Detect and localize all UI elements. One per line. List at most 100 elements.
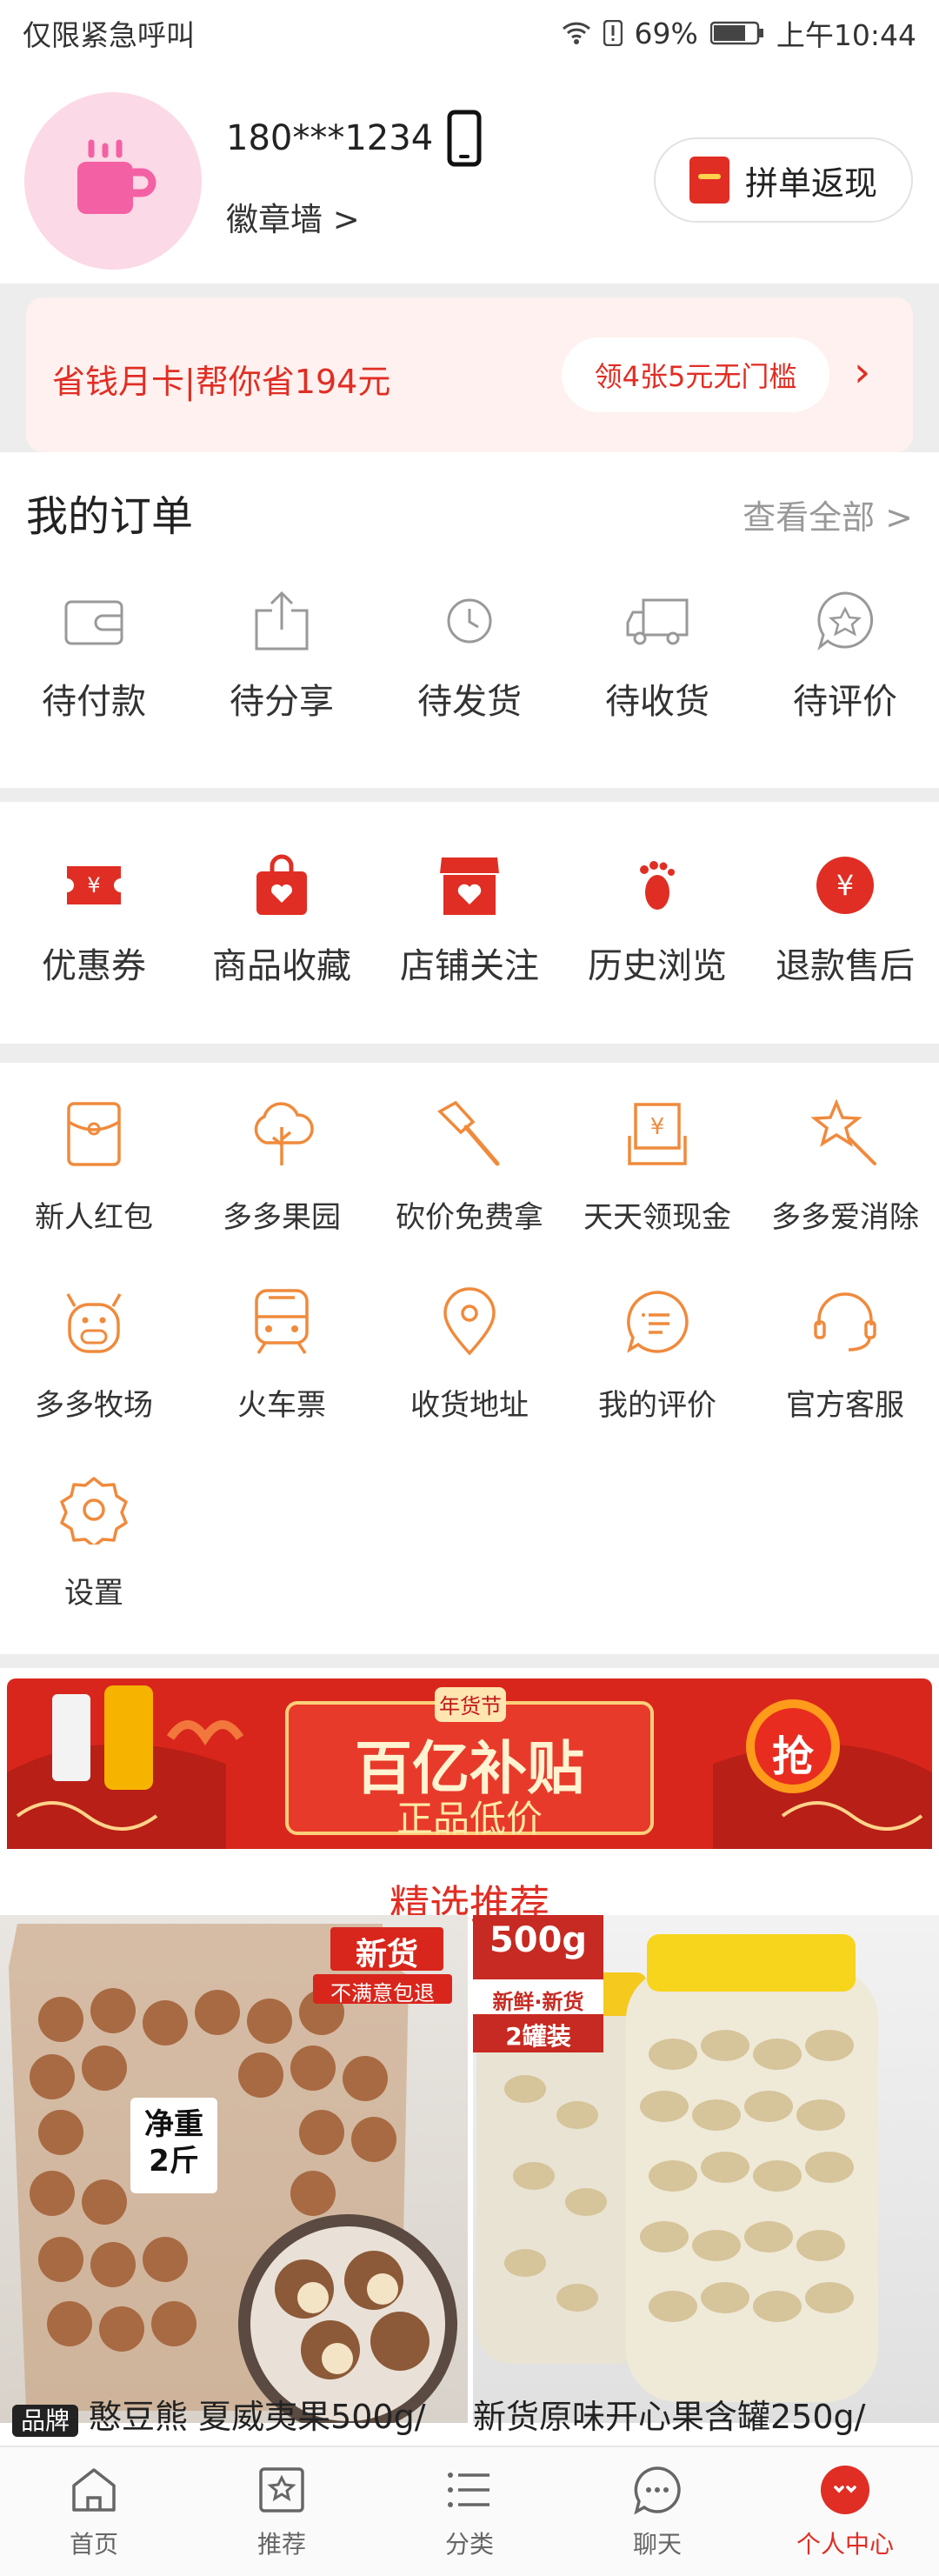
coupon-claim-button[interactable]: 领4张5元无门槛	[562, 337, 829, 412]
badge-wall-link[interactable]: 徽章墙 >	[226, 193, 360, 240]
order-status-row: 待付款 待分享 待发货 待收货 待评价	[0, 581, 939, 724]
headset-icon	[814, 1292, 876, 1351]
banner-tag: 年货节	[439, 1694, 502, 1718]
status-right: 69% 上午10:44	[562, 12, 916, 54]
nav-home[interactable]: 首页	[0, 2447, 188, 2576]
tools-row-2: 多多牧场 火车票 收货地址 我的评价 官方客服	[0, 1282, 939, 1424]
order-pending-share[interactable]: 待分享	[188, 581, 376, 724]
product-card-pistachio[interactable]: 500g 新鲜·新货 2罐装	[473, 1915, 939, 2423]
order-pending-payment[interactable]: 待付款	[0, 581, 188, 724]
train-icon	[255, 1289, 309, 1354]
banner-grab: 抢	[771, 1732, 814, 1781]
nav-category[interactable]: 分类	[376, 2447, 563, 2576]
phone-number: 180***1234	[226, 110, 482, 167]
settings-entry[interactable]: 设置	[0, 1470, 188, 1612]
coupon-icon: ¥	[67, 866, 121, 904]
nav-recommend[interactable]: 推荐	[188, 2447, 376, 2576]
gear-icon	[60, 1477, 128, 1545]
product-card-macadamia[interactable]: 新货 不满意包退 净重 2斤	[0, 1915, 468, 2423]
mobile-phone-icon	[447, 110, 482, 167]
customer-service-entry[interactable]: 官方客服	[751, 1282, 939, 1424]
new-user-redpack-entry[interactable]: 新人红包	[0, 1094, 188, 1236]
order-pending-receipt[interactable]: 待收货	[563, 581, 751, 724]
my-reviews-entry[interactable]: 我的评价	[563, 1282, 751, 1424]
subsidy-banner[interactable]: 年货节 百亿补贴 正品低价 抢	[0, 1668, 939, 1858]
profile-header: 180***1234 徽章墙 > 拼单返现	[0, 63, 939, 284]
recommend-icon	[259, 2467, 304, 2513]
tools-row-3: 设置	[0, 1470, 939, 1612]
location-icon	[443, 1287, 496, 1356]
product-badge-new: 新货	[355, 1937, 418, 1972]
phone-text: 180***1234	[226, 118, 434, 158]
ranch-entry[interactable]: 多多牧场	[0, 1282, 188, 1424]
nav-chat[interactable]: 聊天	[563, 2447, 751, 2576]
favorites-row: ¥ 优惠券 商品收藏 店铺关注 历史浏览 ¥ 退款售后	[0, 845, 939, 988]
tools-row-1: 新人红包 多多果园 砍价免费拿 ¥ 天天领现金 多多爱消除	[0, 1094, 939, 1236]
clock-time: 上午10:44	[776, 18, 916, 52]
truck-icon	[626, 598, 689, 645]
battery-icon	[709, 21, 763, 45]
profile-icon	[821, 2466, 869, 2514]
list-icon	[448, 2473, 489, 2507]
battery-percent: 69%	[634, 16, 698, 50]
tree-icon	[254, 1102, 314, 1165]
product-weight: 净重 2斤	[144, 2107, 203, 2179]
saving-card-text: 省钱月卡|帮你省194元	[52, 363, 391, 401]
chevron-right-icon[interactable]: ›	[854, 348, 870, 397]
recommend-section: 精选推荐 新货 不满意包退 净重 2斤 500g 新鲜·新货 2罐装 品牌 憨豆…	[0, 1858, 939, 2458]
avatar[interactable]	[24, 92, 202, 270]
match-game-entry[interactable]: 多多爱消除	[751, 1094, 939, 1236]
clock-icon	[447, 598, 492, 644]
refund-icon: ¥	[816, 857, 874, 914]
shipping-address-entry[interactable]: 收货地址	[376, 1282, 563, 1424]
brand-tag: 品牌	[12, 2404, 79, 2437]
bag-heart-icon	[256, 854, 307, 915]
orders-section: 我的订单 查看全部 > 待付款 待分享 待发货 待收货 待评价	[0, 452, 939, 788]
saving-card[interactable]: 省钱月卡|帮你省194元 领4张5元无门槛 ›	[26, 297, 913, 452]
fruit-orchard-entry[interactable]: 多多果园	[188, 1094, 376, 1236]
product-badge-fresh: 新鲜·新货	[492, 1990, 584, 2014]
star-wand-icon	[810, 1099, 876, 1165]
coupons-entry[interactable]: ¥ 优惠券	[0, 845, 188, 988]
svg-text:¥: ¥	[87, 873, 100, 898]
star-bubble-icon	[817, 591, 874, 651]
bargain-free-entry[interactable]: 砍价免费拿	[376, 1094, 563, 1236]
orders-title: 我的订单	[26, 492, 194, 541]
group-cashback-button[interactable]: 拼单返现	[654, 137, 913, 223]
footprint-icon	[640, 861, 675, 910]
product-badge-two-jars: 2罐装	[505, 2022, 571, 2051]
order-pending-review[interactable]: 待评价	[751, 581, 939, 724]
store-heart-icon	[440, 858, 499, 915]
favorites-section: ¥ 优惠券 商品收藏 店铺关注 历史浏览 ¥ 退款售后	[0, 802, 939, 1044]
comment-icon	[627, 1291, 689, 1353]
tools-section: 新人红包 多多果园 砍价免费拿 ¥ 天天领现金 多多爱消除 多多牧场 火车票 收…	[0, 1063, 939, 1654]
bottom-nav: 首页 推荐 分类 聊天 个人中心	[0, 2446, 939, 2576]
view-all-orders-link[interactable]: 查看全部 >	[743, 491, 913, 538]
product-badge-refund: 不满意包退	[330, 1981, 435, 2005]
nav-profile[interactable]: 个人中心	[751, 2447, 939, 2576]
share-icon	[255, 591, 309, 651]
envelope-icon	[67, 1102, 121, 1166]
product-title-pistachio[interactable]: 新货原味开心果含罐250g/	[473, 2390, 865, 2438]
cash-icon: ¥	[628, 1103, 687, 1165]
product-badge-weight: 500g	[489, 1920, 588, 1960]
group-cashback-label: 拼单返现	[744, 164, 877, 203]
store-follow-entry[interactable]: 店铺关注	[376, 845, 563, 988]
cow-icon	[66, 1293, 122, 1353]
daily-cash-entry[interactable]: ¥ 天天领现金	[563, 1094, 751, 1236]
refund-aftersale-entry[interactable]: ¥ 退款售后	[751, 845, 939, 988]
product-title-macadamia[interactable]: 品牌 憨豆熊 夏威夷果500g/	[12, 2390, 426, 2438]
cup-avatar-icon	[77, 139, 156, 214]
status-bar: 仅限紧急呼叫 69% 上午10:44	[0, 0, 939, 63]
banner-subtitle: 正品低价	[396, 1798, 543, 1840]
axe-icon	[437, 1100, 500, 1166]
svg-text:¥: ¥	[650, 1114, 665, 1140]
svg-text:¥: ¥	[836, 869, 854, 902]
chat-icon	[634, 2466, 681, 2515]
alert-icon	[603, 20, 623, 46]
browse-history-entry[interactable]: 历史浏览	[563, 845, 751, 988]
product-favorites-entry[interactable]: 商品收藏	[188, 845, 376, 988]
order-pending-shipment[interactable]: 待发货	[376, 581, 563, 724]
train-ticket-entry[interactable]: 火车票	[188, 1282, 376, 1424]
wifi-icon	[562, 22, 590, 44]
